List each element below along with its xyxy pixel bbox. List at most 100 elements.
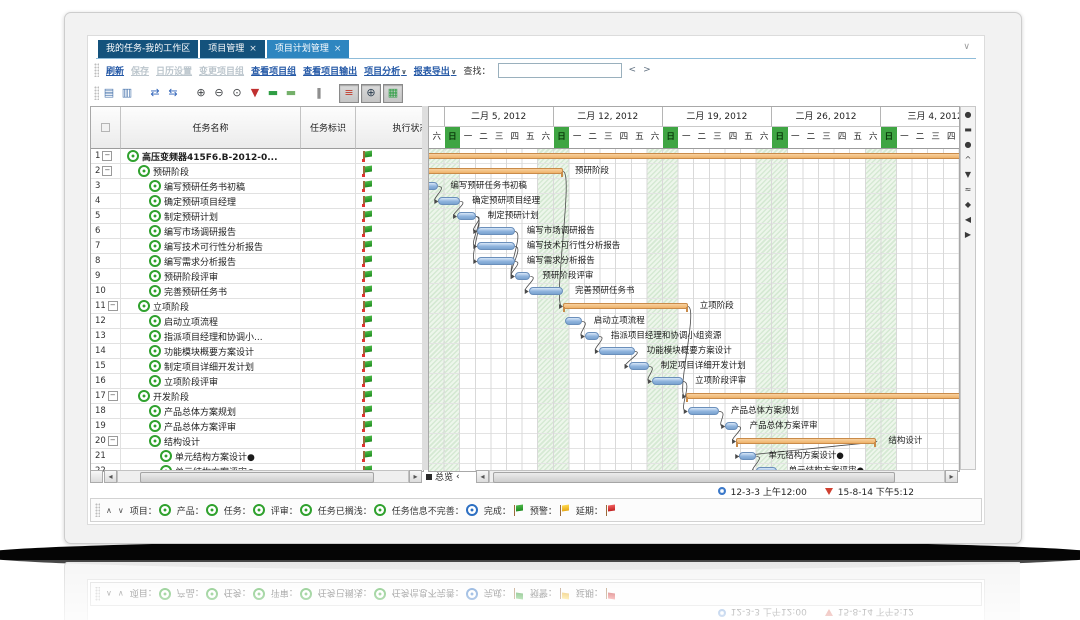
- gantt-view-toggle[interactable]: ▦: [383, 84, 403, 103]
- task-bar[interactable]: [652, 377, 683, 385]
- tab-close-icon[interactable]: ×: [249, 40, 257, 58]
- table-row[interactable]: 6编写市场调研报告: [91, 224, 423, 239]
- summary-bar[interactable]: [686, 393, 959, 399]
- grid-scroll-right-icon[interactable]: ▸: [409, 470, 422, 483]
- task-bar[interactable]: [477, 257, 514, 265]
- side-tool-icon[interactable]: ◆: [965, 201, 971, 209]
- expander-icon[interactable]: −: [108, 436, 118, 446]
- legend-drag-handle[interactable]: [95, 503, 100, 517]
- table-row[interactable]: 7编写技术可行性分析报告: [91, 239, 423, 254]
- table-row[interactable]: 8编写需求分析报告: [91, 254, 423, 269]
- menu-link[interactable]: 查看项目组: [251, 64, 296, 77]
- side-tool-icon[interactable]: ◀: [965, 216, 971, 224]
- table-row[interactable]: 13指派项目经理和协调小...: [91, 329, 423, 344]
- baseline-icon[interactable]: ▬: [265, 86, 281, 101]
- summary-bar[interactable]: [563, 303, 688, 309]
- gantt-scroll-right-icon[interactable]: ▸: [945, 470, 958, 483]
- expander-icon[interactable]: −: [102, 151, 112, 161]
- critical-path-toggle[interactable]: ≡: [339, 84, 359, 103]
- print-preview-icon[interactable]: ▥: [119, 86, 135, 101]
- table-row[interactable]: 16立项阶段评审: [91, 374, 423, 389]
- table-row[interactable]: 15制定项目详细开发计划: [91, 359, 423, 374]
- table-row[interactable]: 19产品总体方案评审: [91, 419, 423, 434]
- tab-2[interactable]: 项目管理×: [200, 40, 265, 58]
- expander-icon[interactable]: −: [108, 391, 118, 401]
- task-bar[interactable]: [529, 287, 563, 295]
- summary-bar[interactable]: [429, 168, 563, 174]
- zoom-out-icon[interactable]: ⊖: [211, 86, 227, 101]
- collapse-chevron-icon[interactable]: ∨: [963, 42, 970, 52]
- columns-icon[interactable]: ‖: [311, 86, 327, 101]
- search-input[interactable]: [498, 63, 622, 78]
- task-bar[interactable]: [457, 212, 476, 220]
- table-row[interactable]: 3编写预研任务书初稿: [91, 179, 423, 194]
- summary-bar[interactable]: [736, 438, 876, 444]
- tab-3[interactable]: 项目计划管理×: [267, 40, 350, 58]
- table-row[interactable]: 5制定预研计划: [91, 209, 423, 224]
- side-tool-icon[interactable]: ^: [965, 156, 972, 164]
- task-bar[interactable]: [565, 317, 582, 325]
- locate-task-toggle[interactable]: ⊕: [361, 84, 381, 103]
- toolbar-drag-handle[interactable]: [94, 86, 99, 100]
- select-all-icon[interactable]: [101, 123, 110, 132]
- task-bar[interactable]: [477, 242, 514, 250]
- side-tool-icon[interactable]: ≈: [965, 186, 972, 194]
- expander-icon[interactable]: −: [108, 301, 118, 311]
- table-row[interactable]: 14功能模块概要方案设计: [91, 344, 423, 359]
- legend-collapse-down-icon[interactable]: ∨: [118, 506, 124, 515]
- toolbar-drag-handle[interactable]: [94, 63, 99, 77]
- gantt-scrollbar[interactable]: [489, 470, 945, 483]
- task-bar[interactable]: [599, 347, 635, 355]
- expander-icon[interactable]: −: [102, 166, 112, 176]
- side-tool-icon[interactable]: ●: [965, 111, 972, 119]
- progress-line-icon[interactable]: ▬: [283, 86, 299, 101]
- grid-scrollbar[interactable]: [117, 470, 409, 483]
- zoom-fit-icon[interactable]: ⊙: [229, 86, 245, 101]
- overview-toggle[interactable]: 总览 ‹: [426, 470, 460, 483]
- task-bar[interactable]: [585, 332, 599, 340]
- menu-link[interactable]: 项目分析∨: [364, 64, 407, 77]
- table-row[interactable]: 4确定预研项目经理: [91, 194, 423, 209]
- menu-link[interactable]: 查看项目输出: [303, 64, 357, 77]
- task-bar[interactable]: [477, 227, 514, 235]
- task-bar[interactable]: [438, 197, 460, 205]
- legend-collapse-down-icon[interactable]: ∨: [118, 590, 124, 599]
- unlink-tasks-icon[interactable]: ⇆: [165, 86, 181, 101]
- gantt-scroll-thumb[interactable]: [493, 472, 895, 483]
- table-row[interactable]: 9预研阶段评审: [91, 269, 423, 284]
- task-bar[interactable]: [739, 452, 756, 460]
- legend-collapse-up-icon[interactable]: ∧: [106, 590, 112, 599]
- summary-bar[interactable]: [429, 153, 959, 159]
- table-row[interactable]: 11−立项阶段: [91, 299, 423, 314]
- task-bar[interactable]: [629, 362, 649, 370]
- table-row[interactable]: 1−高压变频器415F6.B-2012-0...: [91, 149, 423, 164]
- side-tool-icon[interactable]: ▬: [964, 126, 972, 134]
- task-bar[interactable]: [725, 422, 737, 430]
- menu-link[interactable]: 日历设置: [156, 64, 192, 77]
- tab-1[interactable]: 我的任务-我的工作区: [98, 40, 198, 58]
- overview-collapse-icon[interactable]: ‹: [456, 472, 460, 482]
- link-tasks-icon[interactable]: ⇄: [147, 86, 163, 101]
- menu-link[interactable]: 报表导出∨: [414, 64, 457, 77]
- grid-scroll-thumb[interactable]: [140, 472, 374, 483]
- side-tool-icon[interactable]: ●: [965, 141, 972, 149]
- search-next-icon[interactable]: >: [643, 65, 651, 75]
- table-row[interactable]: 18产品总体方案规划: [91, 404, 423, 419]
- print-icon[interactable]: ▤: [101, 86, 117, 101]
- table-row[interactable]: 20−结构设计: [91, 434, 423, 449]
- task-bar[interactable]: [688, 407, 719, 415]
- table-row[interactable]: 21单元结构方案设计●: [91, 449, 423, 464]
- grid-scroll-left-icon[interactable]: ◂: [104, 470, 117, 483]
- side-tool-icon[interactable]: ▶: [965, 231, 971, 239]
- gantt-scroll-left-icon[interactable]: ◂: [476, 470, 489, 483]
- search-prev-icon[interactable]: <: [629, 65, 637, 75]
- legend-collapse-up-icon[interactable]: ∧: [106, 506, 112, 515]
- table-row[interactable]: 10完善预研任务书: [91, 284, 423, 299]
- menu-link[interactable]: 变更项目组: [199, 64, 244, 77]
- zoom-in-icon[interactable]: ⊕: [193, 86, 209, 101]
- menu-link[interactable]: 刷新: [106, 64, 124, 77]
- tab-close-icon[interactable]: ×: [334, 40, 342, 58]
- menu-link[interactable]: 保存: [131, 64, 149, 77]
- legend-drag-handle[interactable]: [95, 587, 100, 601]
- task-bar[interactable]: [515, 272, 531, 280]
